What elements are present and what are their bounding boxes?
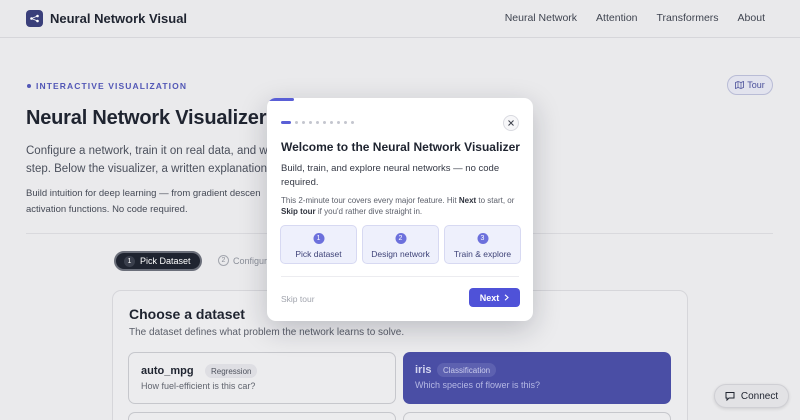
step-label: Pick Dataset (140, 256, 191, 266)
main-nav: Neural Network Attention Transformers Ab… (486, 12, 765, 24)
step-label: Configur (233, 255, 268, 266)
step-pick-dataset[interactable]: 1 Pick Dataset (114, 251, 202, 271)
tour-step-dot (351, 121, 354, 124)
dataset-panel-subtitle: The dataset defines what problem the net… (129, 327, 405, 338)
tour-label: Tour (747, 80, 765, 90)
step-number: 2 (218, 255, 229, 266)
nav-transformers[interactable]: Transformers (657, 12, 719, 24)
tour-step-number: 3 (477, 233, 488, 244)
close-icon (508, 120, 514, 126)
nav-about[interactable]: About (738, 12, 765, 24)
dataset-card-partial[interactable] (128, 412, 396, 420)
dataset-tag: Classification (437, 363, 497, 377)
map-icon (735, 81, 745, 89)
connect-label: Connect (740, 390, 779, 402)
eyebrow-label: INTERACTIVE VISUALIZATION (27, 81, 187, 91)
dataset-description: Which species of flower is this? (415, 380, 541, 390)
tour-step-label: Design network (371, 249, 430, 259)
top-bar: Neural Network Visual Neural Network Att… (0, 0, 800, 38)
chevron-right-icon (504, 294, 510, 301)
dataset-description: How fuel-efficient is this car? (141, 381, 256, 391)
tour-step-dots (281, 121, 354, 124)
tour-modal: Welcome to the Neural Network Visualizer… (267, 98, 533, 321)
dataset-card-partial[interactable] (403, 412, 671, 420)
dataset-panel-title: Choose a dataset (129, 306, 245, 322)
logo-icon[interactable] (26, 10, 43, 27)
tour-step-number: 2 (395, 233, 406, 244)
tour-step-dot (281, 121, 291, 124)
chat-icon (725, 392, 735, 401)
dataset-name: iris (415, 364, 432, 376)
tour-step-dot (309, 121, 312, 124)
page-title: Neural Network Visualizer (26, 107, 267, 129)
tour-step-number: 1 (313, 233, 324, 244)
nav-attention[interactable]: Attention (596, 12, 637, 24)
tour-progress-bar (267, 98, 294, 101)
step-configure[interactable]: 2 Configur (218, 255, 267, 266)
modal-divider (281, 276, 519, 277)
connect-button[interactable]: Connect (714, 384, 789, 408)
next-label: Next (479, 292, 500, 303)
tour-step-dot (295, 121, 298, 124)
tour-button[interactable]: Tour (727, 75, 773, 95)
dataset-card-auto-mpg[interactable]: auto_mpg Regression How fuel-efficient i… (128, 352, 396, 404)
tour-step-dot (302, 121, 305, 124)
dataset-card-iris[interactable]: iris Classification Which species of flo… (403, 352, 671, 404)
tour-step-card: 3 Train & explore (444, 225, 521, 264)
tour-step-dot (330, 121, 333, 124)
dataset-tag: Regression (205, 364, 258, 378)
tour-step-dot (316, 121, 319, 124)
nav-neural-network[interactable]: Neural Network (505, 12, 577, 24)
tour-step-dot (323, 121, 326, 124)
tour-step-label: Train & explore (453, 249, 512, 259)
tour-step-card: 2 Design network (362, 225, 439, 264)
tour-steps: 1 Pick dataset 2 Design network 3 Train … (280, 225, 521, 264)
next-button[interactable]: Next (469, 288, 520, 307)
eyebrow-dot (27, 84, 31, 88)
tour-step-dot (337, 121, 340, 124)
close-button[interactable] (503, 115, 519, 131)
tour-step-card: 1 Pick dataset (280, 225, 357, 264)
modal-lead: Build, train, and explore neural network… (281, 163, 500, 188)
tour-step-label: Pick dataset (295, 249, 342, 259)
modal-note: This 2-minute tour covers every major fe… (281, 196, 515, 216)
dataset-name: auto_mpg (141, 365, 194, 377)
tour-step-dot (344, 121, 347, 124)
app-title[interactable]: Neural Network Visual (50, 11, 187, 26)
skip-tour-link[interactable]: Skip tour (281, 294, 315, 304)
step-number: 1 (124, 255, 135, 267)
modal-title: Welcome to the Neural Network Visualizer (281, 140, 520, 154)
